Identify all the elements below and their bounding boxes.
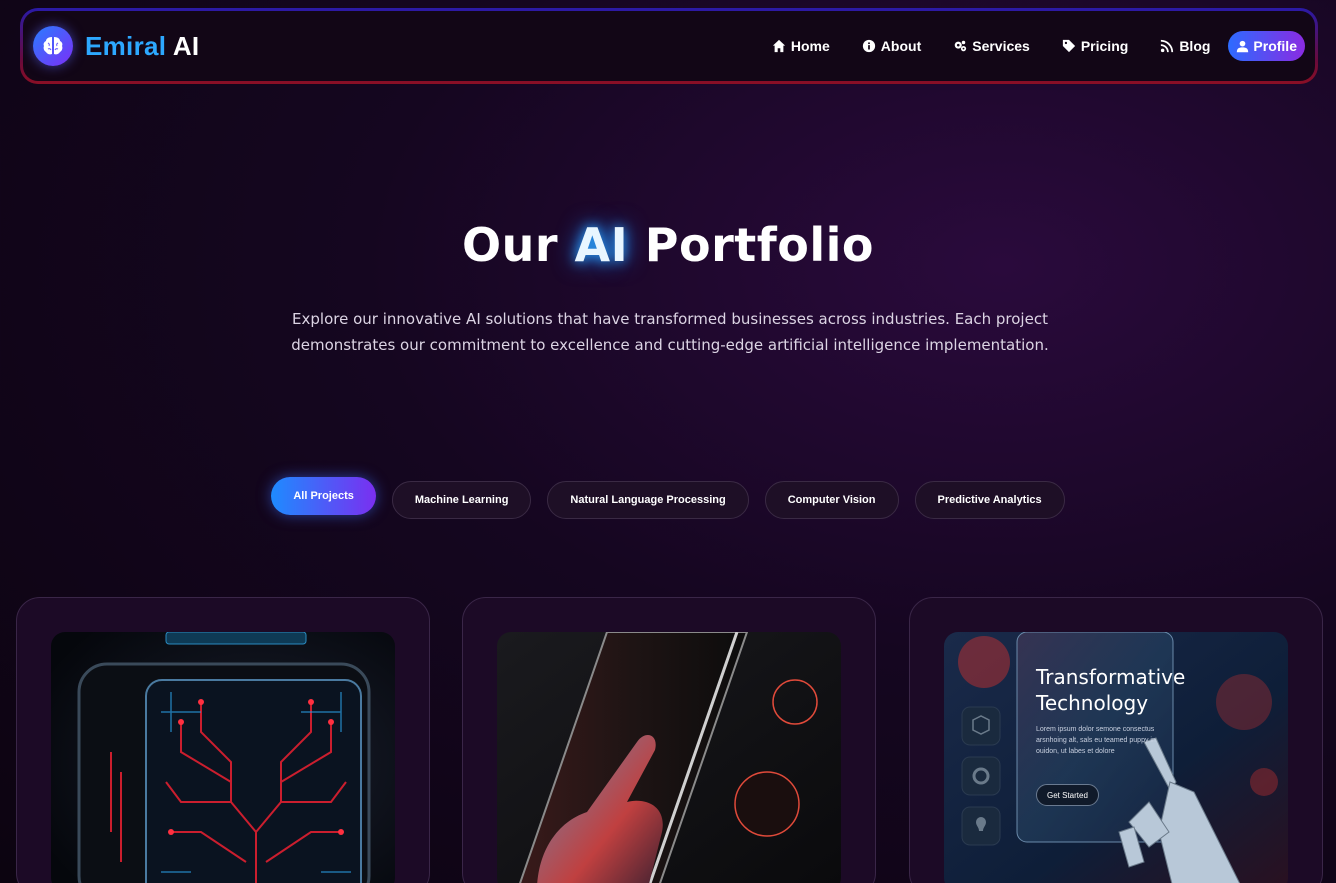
nav-blog-label: Blog [1179, 38, 1211, 54]
filter-all-projects[interactable]: All Projects [271, 477, 376, 515]
portfolio-card[interactable] [16, 597, 430, 883]
overlay-body: Lorem ipsum dolor semone consectus arsnh… [1036, 726, 1156, 755]
ai-chip-circuit-image [51, 632, 395, 883]
filter-computer-vision[interactable]: Computer Vision [764, 481, 899, 519]
nav-about-label: About [880, 38, 922, 54]
nav-services[interactable]: Services [937, 38, 1046, 54]
navbar: Emiral AI Home About Services Pricing Bl… [20, 8, 1318, 84]
nav-profile-label: Profile [1253, 38, 1297, 54]
nav-pricing[interactable]: Pricing [1046, 38, 1144, 54]
filter-predictive-analytics[interactable]: Predictive Analytics [914, 481, 1065, 519]
overlay-title-line-1: Transformative [1036, 665, 1186, 689]
nav-home[interactable]: Home [756, 38, 846, 54]
hero-description: Explore our innovative AI solutions that… [291, 310, 1049, 354]
nav-about[interactable]: About [846, 38, 937, 54]
title-pre: Our [461, 218, 575, 272]
brain-icon [33, 26, 73, 66]
nav-blog[interactable]: Blog [1144, 38, 1226, 54]
title-post: Portfolio [628, 218, 875, 272]
overlay-title: Transformative Technology [1036, 664, 1185, 716]
overlay-title-line-2: Technology [1036, 691, 1149, 715]
brand-name-accent: Emiral [85, 30, 167, 61]
tag-icon [1062, 39, 1075, 53]
navbar-inner: Emiral AI Home About Services Pricing Bl… [23, 11, 1315, 81]
user-icon [1237, 40, 1249, 52]
portfolio-card[interactable] [462, 597, 876, 883]
nav-pricing-label: Pricing [1080, 38, 1129, 54]
brand-name: Emiral AI [85, 31, 199, 62]
cogs-icon [954, 40, 967, 52]
nav-profile-button[interactable]: Profile [1228, 31, 1305, 61]
title-accent: AI [574, 218, 629, 272]
info-icon [862, 39, 875, 53]
nav-home-label: Home [790, 38, 830, 54]
overlay-get-started-button: Get Started [1036, 784, 1099, 806]
nav-links: Home About Services Pricing Blog Profile [756, 31, 1305, 61]
nav-services-label: Services [972, 38, 1030, 54]
filter-machine-learning[interactable]: Machine Learning [391, 481, 532, 519]
robot-hand-transformative-technology-image: Transformative Technology Lorem ipsum do… [944, 632, 1288, 883]
hand-touching-phone-image [497, 632, 841, 883]
portfolio-card[interactable]: Transformative Technology Lorem ipsum do… [909, 597, 1323, 883]
brand[interactable]: Emiral AI [33, 26, 199, 66]
filter-nlp[interactable]: Natural Language Processing [547, 481, 749, 519]
filter-bar: All Projects Machine Learning Natural La… [0, 477, 1336, 519]
brand-name-rest: AI [172, 30, 200, 61]
home-icon [772, 39, 786, 53]
page-title: Our AI Portfolio [0, 218, 1336, 272]
rss-icon [1161, 39, 1174, 53]
